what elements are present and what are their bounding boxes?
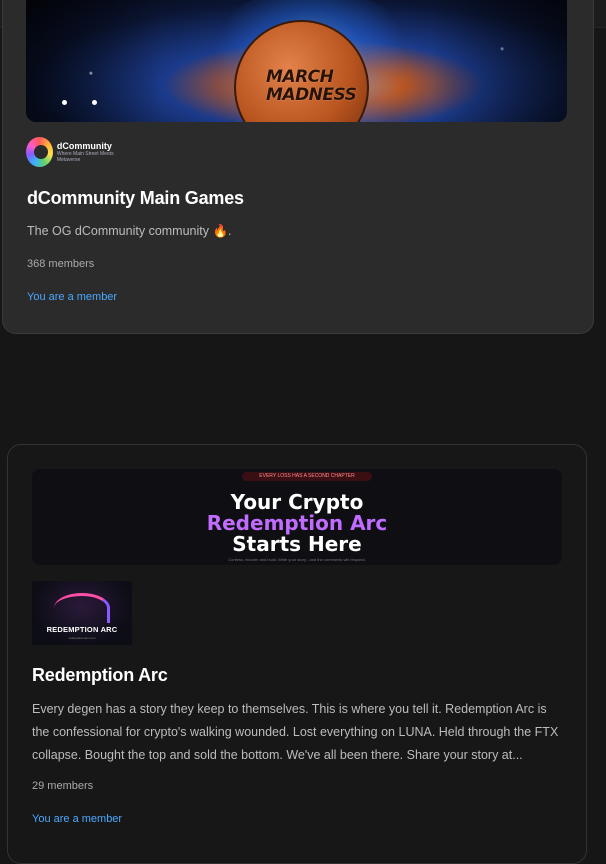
member-status-link[interactable]: You are a member xyxy=(27,291,117,303)
community-description: The OG dCommunity community 🔥. xyxy=(27,224,232,238)
gear-icon xyxy=(26,137,53,167)
carousel-dot[interactable] xyxy=(92,100,97,105)
banner-fine-print: Confess, recover and build. Write your s… xyxy=(228,557,366,562)
member-status-link[interactable]: You are a member xyxy=(32,813,122,825)
logo-tagline: Where Main Street Meets Metaverse xyxy=(56,151,114,163)
banner-text: MARCH MADNESS xyxy=(266,67,357,105)
logo-sub: redemption-arc.com xyxy=(68,636,96,640)
community-banner-image: EVERY LOSS HAS A SECOND CHAPTER Your Cry… xyxy=(32,469,562,565)
community-title[interactable]: dCommunity Main Games xyxy=(27,188,244,209)
community-logo: REDEMPTION ARC redemption-arc.com xyxy=(32,581,132,645)
arc-icon xyxy=(54,593,110,623)
community-title[interactable]: Redemption Arc xyxy=(32,665,168,686)
carousel-dot[interactable] xyxy=(62,100,67,105)
logo-name: REDEMPTION ARC xyxy=(46,625,118,634)
member-count: 29 members xyxy=(32,780,94,792)
member-count: 368 members xyxy=(27,258,95,270)
banner-line-3: Starts Here xyxy=(232,532,362,556)
logo-name: dCommunity xyxy=(56,141,112,151)
community-description: Every degen has a story they keep to the… xyxy=(32,702,559,762)
banner-pill: EVERY LOSS HAS A SECOND CHAPTER xyxy=(242,472,372,481)
community-logo: dCommunity Where Main Street Meets Metav… xyxy=(26,136,130,168)
community-banner-image: MARCH MADNESS xyxy=(26,0,567,122)
